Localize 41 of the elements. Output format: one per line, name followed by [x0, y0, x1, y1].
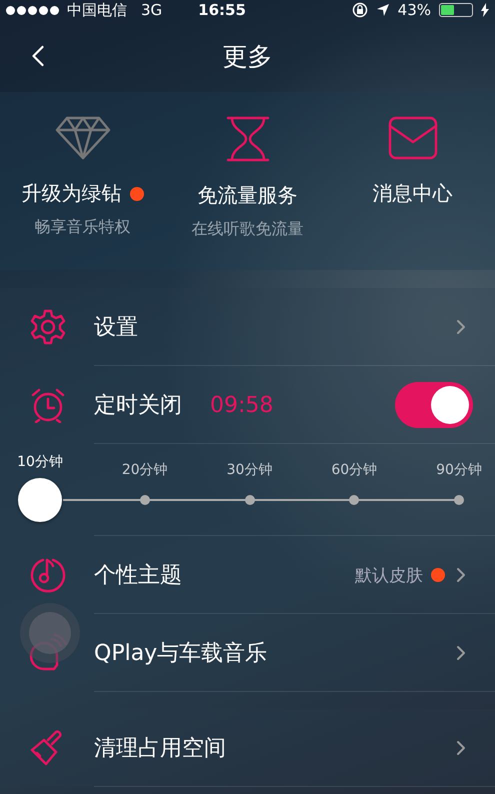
feature-item[interactable]: 消息中心	[330, 116, 495, 270]
battery-percent: 43%	[398, 1, 431, 19]
slider-option[interactable]: 30分钟	[226, 461, 272, 479]
feature-item[interactable]: 升级为绿钻 畅享音乐特权	[0, 116, 165, 270]
carrier-name: 中国电信	[67, 0, 127, 20]
slider-option[interactable]: 20分钟	[122, 461, 168, 479]
menu-label: 设置	[94, 314, 138, 342]
slider-option[interactable]: 60分钟	[331, 461, 378, 479]
settings-icon	[30, 309, 66, 345]
music-note-icon	[30, 557, 66, 593]
slider-thumb[interactable]	[18, 478, 62, 522]
menu-value: 默认皮肤	[355, 564, 423, 586]
mail-icon	[388, 116, 438, 160]
location-arrow-icon	[376, 3, 390, 17]
rotation-lock-icon	[352, 2, 368, 18]
countdown-time: 09:58	[210, 392, 274, 418]
network-type: 3G	[141, 1, 162, 19]
timer-switch[interactable]	[395, 382, 473, 428]
hourglass-icon	[226, 116, 270, 162]
slider-option[interactable]: 10分钟	[17, 453, 63, 471]
feature-subtitle: 在线听歌免流量	[192, 219, 304, 240]
feature-label: 免流量服务	[198, 182, 298, 209]
menu-row[interactable]: 个性主题 默认皮肤	[0, 536, 495, 614]
clock: 16:55	[198, 1, 246, 19]
menu-row[interactable]: 设置	[0, 288, 495, 366]
charging-bolt-icon	[481, 3, 489, 17]
menu-label: 个性主题	[94, 562, 182, 590]
menu-label: QPlay与车载音乐	[94, 640, 268, 668]
signal-icon	[6, 6, 59, 14]
battery-icon	[439, 3, 473, 17]
feature-label: 升级为绿钻	[22, 180, 122, 207]
feature-item[interactable]: 免流量服务 在线听歌免流量	[165, 116, 330, 270]
page-title: 更多	[222, 40, 272, 72]
menu-label: 清理占用空间	[94, 735, 226, 763]
alarm-clock-icon	[30, 387, 66, 423]
slider-option[interactable]: 90分钟	[436, 461, 482, 479]
menu-label: 定时关闭	[94, 392, 182, 420]
diamond-icon	[54, 116, 110, 160]
menu-row[interactable]: 清理占用空间	[0, 709, 495, 787]
feature-subtitle: 畅享音乐特权	[34, 217, 130, 238]
feature-label: 消息中心	[372, 180, 452, 207]
